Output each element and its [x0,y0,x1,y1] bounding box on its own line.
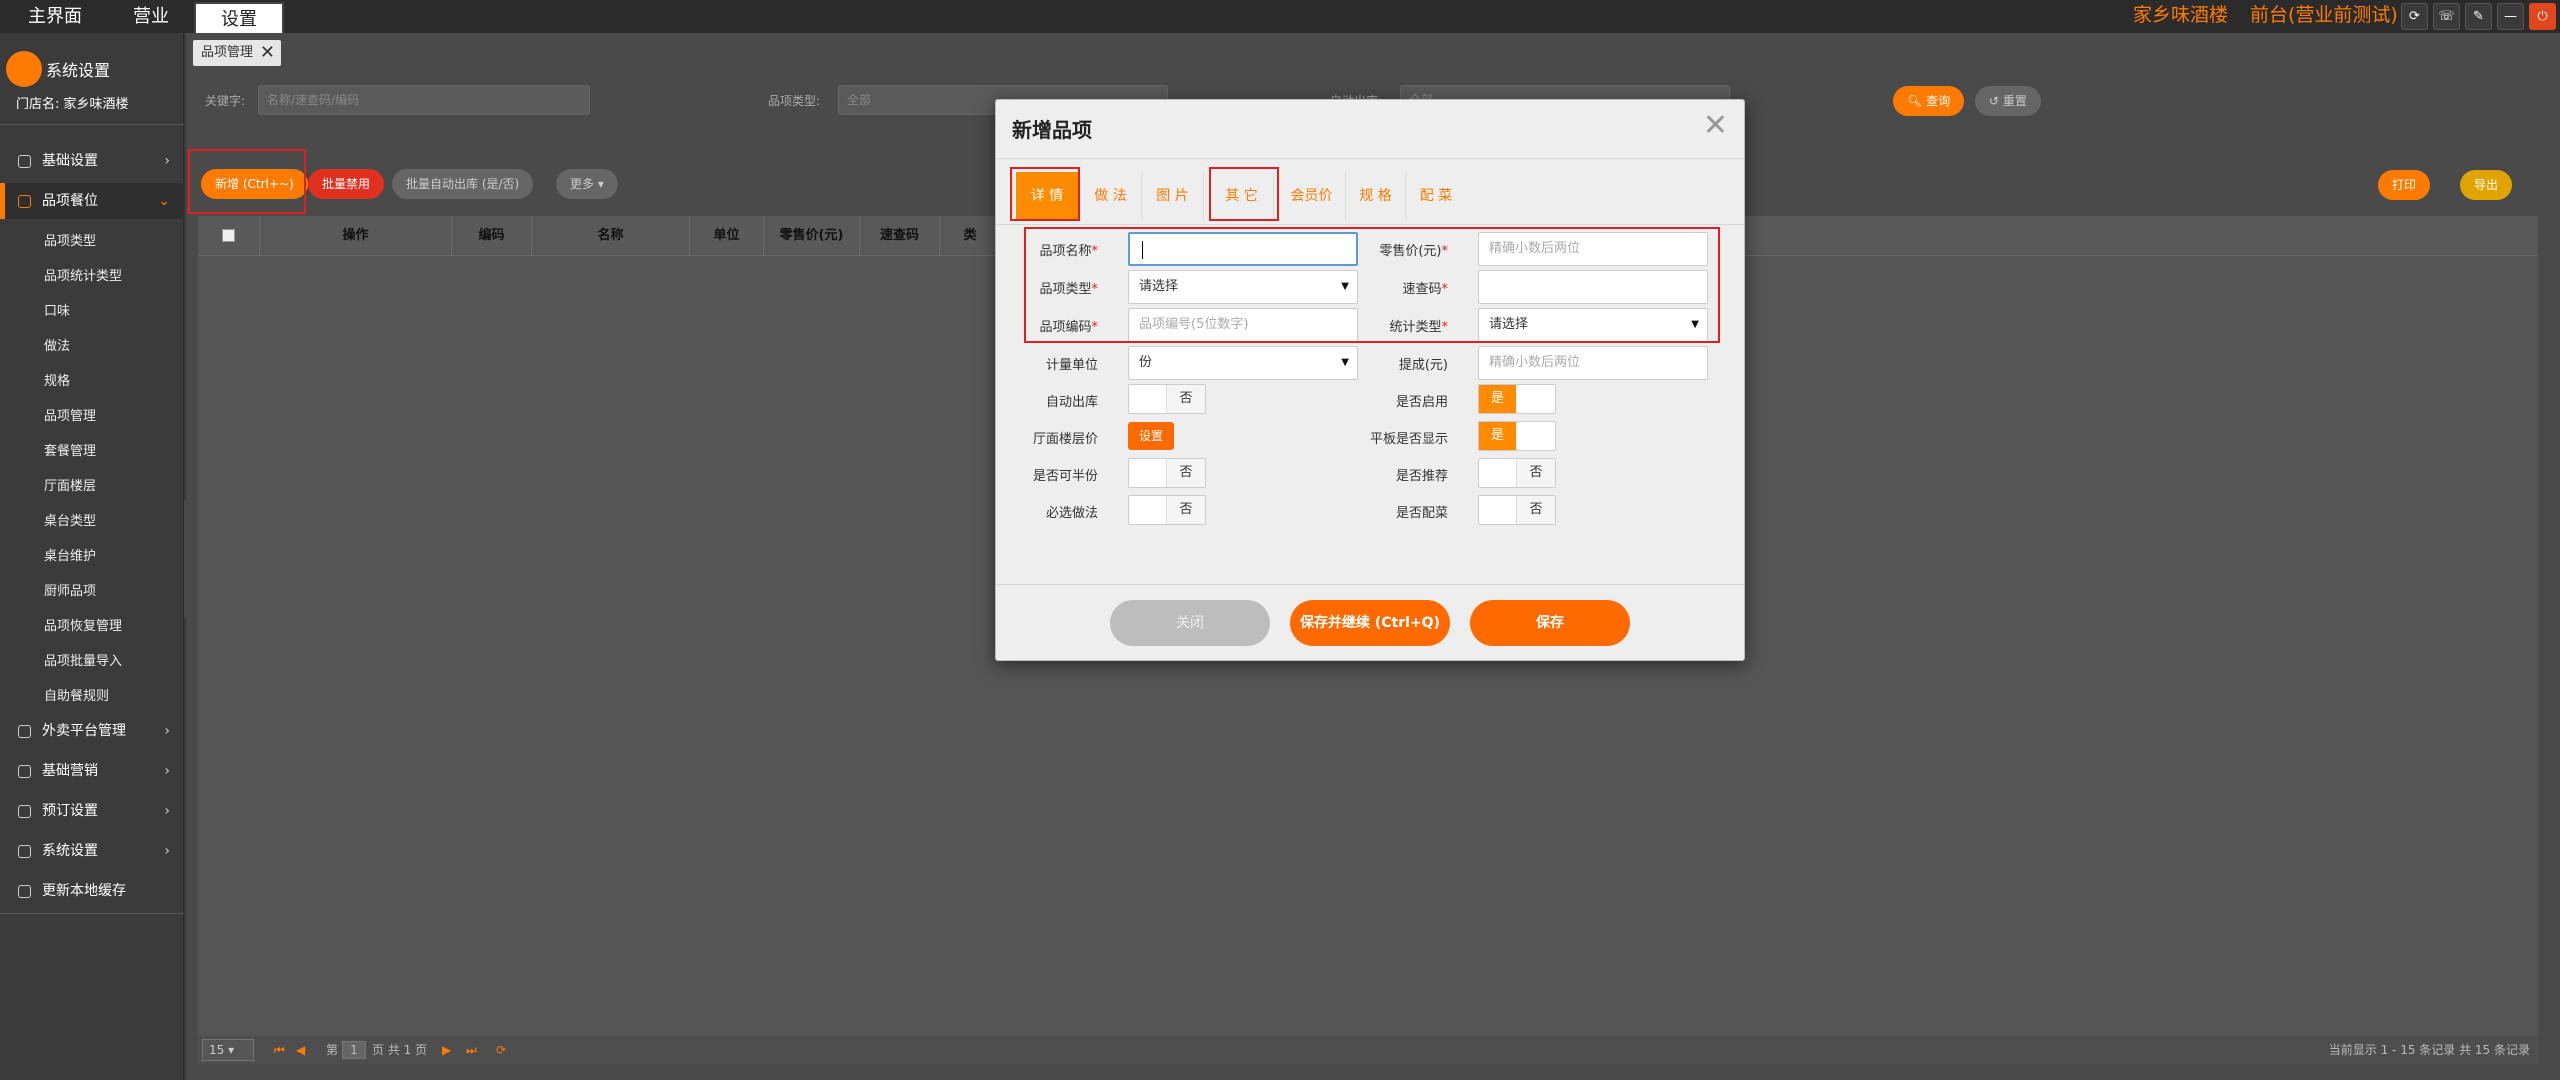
tablet-show-toggle[interactable]: 是 [1478,421,1556,451]
enabled-toggle[interactable]: 是 [1478,384,1556,414]
highlight-box [1024,227,1720,343]
floor-price-set-button[interactable]: 设置 [1128,422,1174,450]
must-method-toggle[interactable]: 否 [1128,495,1206,525]
close-button[interactable]: 关闭 [1110,600,1270,646]
tab-spec[interactable]: 规 格 [1346,172,1406,220]
save-button[interactable]: 保存 [1470,600,1630,646]
highlight-box [188,149,306,214]
field-label: 计量单位 [1045,358,1098,373]
field-label: 是否可半份 [1032,469,1098,484]
field-label: 是否推荐 [1395,469,1448,484]
tab-images[interactable]: 图 片 [1142,172,1204,220]
highlight-box [1010,167,1080,221]
auto-out-toggle[interactable]: 否 [1128,384,1206,414]
field-label: 平板是否显示 [1369,432,1448,447]
field-label: 是否配菜 [1395,506,1448,521]
half-portion-toggle[interactable]: 否 [1128,458,1206,488]
field-label: 自动出库 [1045,395,1098,410]
divider [996,158,1744,159]
side-dish-toggle[interactable]: 否 [1478,495,1556,525]
dialog-title: 新增品项 [1012,118,1092,142]
add-item-dialog: 新增品项 ✕ 详 情 做 法 图 片 其 它 会员价 规 格 配 菜 品项名称*… [995,99,1745,661]
field-label: 是否启用 [1395,395,1448,410]
tab-side-dish[interactable]: 配 菜 [1406,172,1466,220]
recommend-toggle[interactable]: 否 [1478,458,1556,488]
divider [996,584,1744,585]
commission-input[interactable]: 精确小数后两位 [1478,346,1708,380]
unit-select[interactable]: 份 ▼ [1128,346,1358,380]
field-label: 厅面楼层价 [1032,432,1098,447]
divider [996,224,1744,225]
highlight-box [1209,167,1279,221]
field-label: 提成(元) [1398,358,1448,373]
save-continue-button[interactable]: 保存并继续 (Ctrl+Q) [1290,600,1450,646]
field-label: 必选做法 [1045,506,1098,521]
tab-member-price[interactable]: 会员价 [1278,172,1346,220]
close-icon[interactable]: ✕ [1703,108,1728,143]
tab-method[interactable]: 做 法 [1080,172,1142,220]
